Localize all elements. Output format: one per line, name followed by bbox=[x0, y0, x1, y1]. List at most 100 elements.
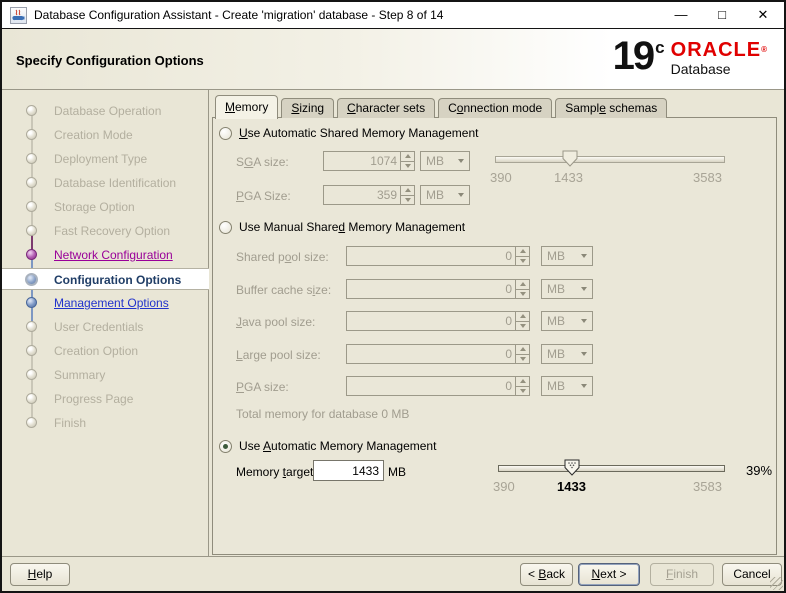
next-button[interactable]: Next > bbox=[578, 563, 640, 586]
large-pool-size-label: Large pool size: bbox=[236, 348, 321, 362]
buffer-cache-size-field: 0 bbox=[346, 279, 530, 299]
step-indicator-dot bbox=[26, 321, 37, 332]
memory-percent-value: 39% bbox=[746, 463, 773, 478]
step-indicator-dot bbox=[26, 177, 37, 188]
pga-size-spinner bbox=[400, 186, 414, 204]
java-icon bbox=[10, 6, 27, 24]
resize-grip[interactable] bbox=[770, 577, 783, 590]
java-pool-size-field: 0 bbox=[346, 311, 530, 331]
asmm-radio-label: Use Automatic Shared Memory Management bbox=[239, 126, 479, 140]
spin-down-icon bbox=[519, 388, 526, 393]
sidebar-item-creation-option: Creation Option bbox=[2, 342, 209, 360]
dropdown-arrow-icon bbox=[581, 254, 587, 258]
asmm-radio-row: Use Automatic Shared Memory Management bbox=[219, 126, 478, 140]
tab-character-sets[interactable]: Character sets bbox=[337, 98, 436, 118]
memory-target-label: Memory target: bbox=[236, 465, 317, 479]
sidebar-item-progress-page: Progress Page bbox=[2, 390, 209, 408]
logo-brand: ORACLE® bbox=[670, 39, 768, 61]
asmm-radio[interactable] bbox=[219, 126, 232, 140]
dropdown-arrow-icon bbox=[581, 384, 587, 388]
pga-size-field: 359 bbox=[323, 185, 415, 205]
page-header: Specify Configuration Options 19 c ORACL… bbox=[2, 29, 784, 90]
step-indicator-dot bbox=[26, 369, 37, 380]
shared-pool-size-label: Shared pool size: bbox=[236, 250, 329, 264]
help-button[interactable]: Help bbox=[10, 563, 70, 586]
spin-up-icon bbox=[404, 188, 411, 193]
tab-sizing[interactable]: Sizing bbox=[281, 98, 335, 118]
java-pool-spinner bbox=[515, 312, 529, 330]
large-pool-unit-combo: MB bbox=[541, 344, 593, 364]
sidebar-item-storage-option: Storage Option bbox=[2, 198, 209, 216]
dropdown-arrow-icon bbox=[581, 287, 587, 291]
large-pool-spinner bbox=[515, 345, 529, 363]
msmm-radio[interactable] bbox=[219, 220, 232, 234]
step-indicator-dot bbox=[26, 297, 37, 308]
step-indicator-dot bbox=[26, 249, 37, 260]
step-indicator-dot bbox=[26, 129, 37, 140]
close-icon[interactable]: ✕ bbox=[746, 4, 780, 26]
shared-pool-size-field: 0 bbox=[346, 246, 530, 266]
large-pool-size-field: 0 bbox=[346, 344, 530, 364]
amm-slider-min-label: 390 bbox=[493, 479, 515, 494]
logo-version-letter: c bbox=[655, 38, 665, 57]
buffer-cache-size-label: Buffer cache size: bbox=[236, 283, 332, 297]
sga-size-field: 1074 bbox=[323, 151, 415, 171]
dropdown-arrow-icon bbox=[458, 159, 464, 163]
step-indicator-dot bbox=[26, 345, 37, 356]
spin-down-icon bbox=[519, 323, 526, 328]
spin-up-icon bbox=[519, 347, 526, 352]
maximize-icon[interactable]: □ bbox=[705, 4, 739, 26]
memory-target-input[interactable] bbox=[313, 460, 384, 481]
spin-down-icon bbox=[404, 163, 411, 168]
oracle-19c-logo: 19 c ORACLE® Database bbox=[613, 36, 768, 77]
sidebar-item-creation-mode: Creation Mode bbox=[2, 126, 209, 144]
back-button[interactable]: < Back bbox=[520, 563, 573, 586]
dbca-window: Database Configuration Assistant - Creat… bbox=[0, 0, 786, 593]
dropdown-arrow-icon bbox=[581, 319, 587, 323]
memory-target-slider-track[interactable] bbox=[498, 465, 725, 472]
pga-size-label: PGA Size: bbox=[236, 189, 291, 203]
memory-target-slider-thumb[interactable] bbox=[564, 459, 580, 476]
manual-pga-size-label: PGA size: bbox=[236, 380, 289, 394]
steps-sidebar: Database Operation Creation Mode Deploym… bbox=[2, 90, 209, 556]
pga-unit-combo: MB bbox=[420, 185, 470, 205]
main-area: Database Operation Creation Mode Deploym… bbox=[2, 90, 784, 556]
sidebar-item-user-credentials: User Credentials bbox=[2, 318, 209, 336]
amm-radio[interactable] bbox=[219, 439, 232, 453]
sga-slider-min-label: 390 bbox=[490, 170, 512, 185]
logo-product: Database bbox=[670, 61, 731, 77]
msmm-radio-row: Use Manual Shared Memory Management bbox=[219, 220, 465, 234]
sidebar-item-fast-recovery-option: Fast Recovery Option bbox=[2, 222, 209, 240]
manual-pga-unit-combo: MB bbox=[541, 376, 593, 396]
tab-memory[interactable]: Memory bbox=[215, 95, 279, 119]
spin-up-icon bbox=[519, 249, 526, 254]
tab-connection-mode[interactable]: Connection mode bbox=[438, 98, 553, 118]
dropdown-arrow-icon bbox=[458, 193, 464, 197]
sga-slider-thumb bbox=[562, 150, 578, 167]
sidebar-item-network-configuration[interactable]: Network Configuration bbox=[2, 246, 209, 264]
page-title: Specify Configuration Options bbox=[16, 53, 204, 68]
java-pool-unit-combo: MB bbox=[541, 311, 593, 331]
msmm-radio-label: Use Manual Shared Memory Management bbox=[239, 220, 466, 234]
sidebar-item-deployment-type: Deployment Type bbox=[2, 150, 209, 168]
sidebar-item-database-operation: Database Operation bbox=[2, 102, 209, 120]
spin-up-icon bbox=[519, 379, 526, 384]
sga-slider-track bbox=[495, 156, 725, 163]
dropdown-arrow-icon bbox=[581, 352, 587, 356]
spin-up-icon bbox=[519, 282, 526, 287]
sidebar-item-management-options[interactable]: Management Options bbox=[2, 294, 209, 312]
step-indicator-dot bbox=[26, 393, 37, 404]
buffer-cache-unit-combo: MB bbox=[541, 279, 593, 299]
memory-tab-panel: Use Automatic Shared Memory Management S… bbox=[212, 117, 777, 555]
step-rail-segment-active bbox=[31, 255, 33, 327]
amm-radio-row: Use Automatic Memory Management bbox=[219, 439, 436, 453]
minimize-icon[interactable]: — bbox=[664, 4, 698, 26]
spin-up-icon bbox=[519, 314, 526, 319]
window-title: Database Configuration Assistant - Creat… bbox=[34, 8, 444, 22]
shared-pool-unit-combo: MB bbox=[541, 246, 593, 266]
button-bar: Help < Back Next > Finish Cancel bbox=[2, 556, 784, 591]
title-bar: Database Configuration Assistant - Creat… bbox=[2, 2, 784, 29]
sga-slider-max-label: 3583 bbox=[693, 170, 722, 185]
tab-sample-schemas[interactable]: Sample schemas bbox=[555, 98, 668, 118]
sidebar-item-configuration-options[interactable]: Configuration Options bbox=[2, 268, 209, 290]
